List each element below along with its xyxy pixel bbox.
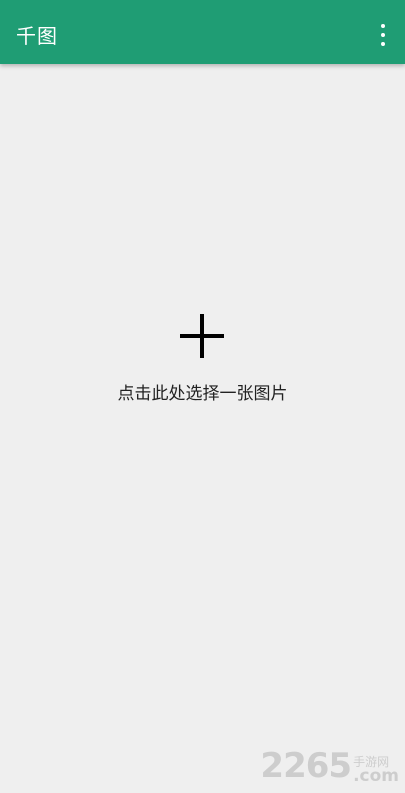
watermark-number: 2265: [260, 746, 352, 786]
watermark-side: 手游网 .com: [353, 755, 399, 786]
app-bar: 千图: [0, 0, 405, 64]
menu-dot: [381, 24, 385, 28]
select-image-button[interactable]: 点击此处选择一张图片: [0, 310, 405, 410]
plus-icon[interactable]: [180, 314, 224, 358]
main-content: 点击此处选择一张图片: [0, 64, 405, 793]
plus-icon-vertical: [200, 314, 204, 358]
select-image-label[interactable]: 点击此处选择一张图片: [0, 382, 405, 406]
app-title: 千图: [16, 24, 58, 48]
more-vert-icon[interactable]: [373, 24, 393, 46]
watermark-logo: 2265 手游网 .com: [260, 746, 399, 786]
watermark-domain: .com: [353, 766, 399, 786]
menu-dot: [381, 33, 385, 37]
menu-dot: [381, 42, 385, 46]
